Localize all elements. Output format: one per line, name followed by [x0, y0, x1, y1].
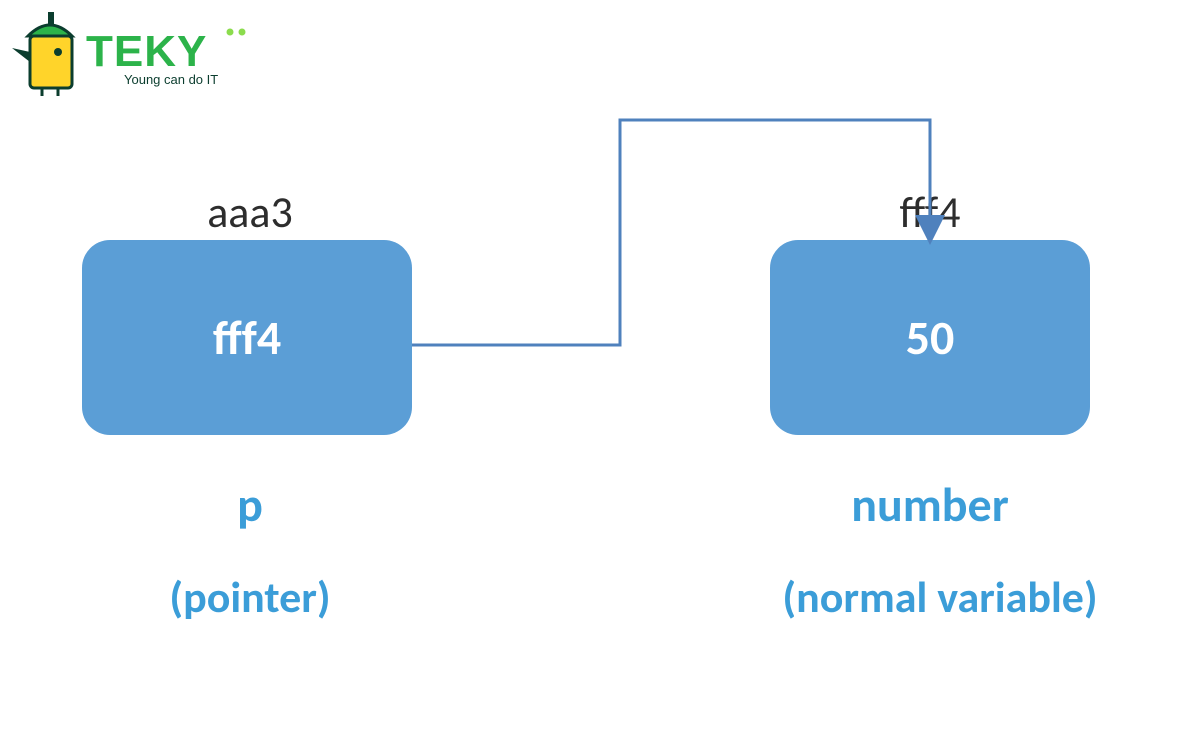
- pointer-box: fff4: [82, 240, 412, 435]
- variable-value: 50: [906, 308, 955, 367]
- variable-address: fff4: [830, 185, 1030, 239]
- variable-description: (normal variable): [700, 570, 1180, 624]
- pointer-value: fff4: [213, 308, 281, 367]
- diagram-stage: TEKY Young can do IT aaa3 fff4 p (pointe…: [0, 0, 1200, 738]
- variable-box: 50: [770, 240, 1090, 435]
- variable-name: number: [780, 475, 1080, 534]
- teky-logo: TEKY Young can do IT: [8, 8, 268, 98]
- logo-svg: TEKY Young can do IT: [8, 8, 268, 98]
- pointer-name: p: [120, 475, 380, 534]
- svg-text:TEKY: TEKY: [86, 27, 207, 76]
- pointer-address: aaa3: [150, 185, 350, 239]
- pointer-description: (pointer): [80, 570, 420, 624]
- svg-text:Young can do IT: Young can do IT: [124, 72, 218, 87]
